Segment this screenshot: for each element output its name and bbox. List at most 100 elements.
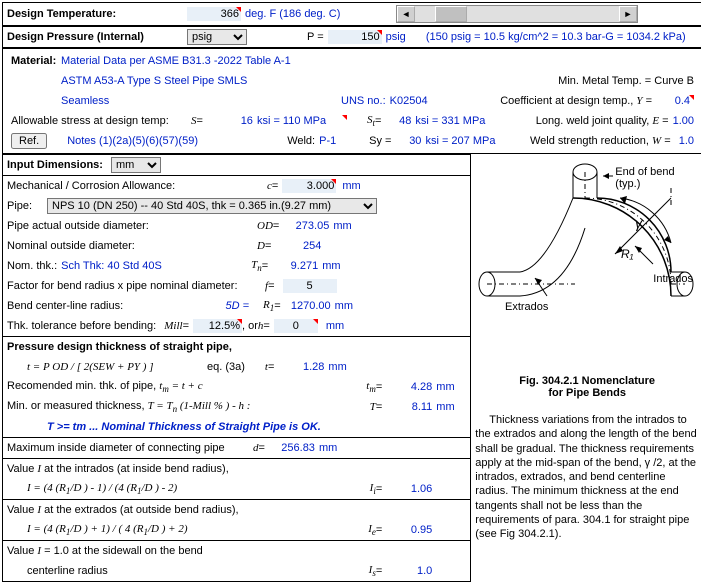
big-t-value: 8.11 <box>382 401 436 413</box>
right-column: γ R₁ Extrados End of bend (typ.) Intrado… <box>471 154 701 582</box>
is-symbol: Is <box>369 564 376 578</box>
scroll-thumb[interactable] <box>435 6 467 22</box>
wsr-label: Weld strength reduction, W = <box>530 135 671 147</box>
pressure-unit-select[interactable]: psig <box>187 29 247 45</box>
material-label: Material: <box>11 55 61 67</box>
t-unit: mm <box>328 361 346 373</box>
pressure-input[interactable] <box>328 30 382 44</box>
nom-od-value: 254 <box>271 240 325 252</box>
od-value: 273.05 <box>279 220 333 232</box>
meas-label: Min. or measured thickness, T = Tn (1-Mi… <box>7 400 250 414</box>
gamma-label: γ <box>635 215 643 231</box>
s-value: 16 <box>203 115 257 127</box>
wsr-value: 1.0 <box>679 135 694 147</box>
c-unit: mm <box>342 180 360 192</box>
h-input[interactable] <box>274 319 318 333</box>
factor-label: Factor for bend radius x pipe nominal di… <box>7 280 265 292</box>
tm-symbol: tm <box>366 380 376 394</box>
t-value: 1.28 <box>274 361 328 373</box>
rec-min-label: Recomended min. thk. of pipe, tm = t + c <box>7 380 203 394</box>
thickness-ok-msg: T >= tm ... Nominal Thickness of Straigh… <box>47 421 321 433</box>
sidewall-label: Value I = 1.0 at the sidewall on the ben… <box>7 545 203 557</box>
scroll-left-icon[interactable]: ◄ <box>397 6 415 22</box>
h-unit: mm <box>326 320 344 332</box>
extrados-label: Value I at the extrados (at outside bend… <box>7 504 239 516</box>
eq-ref: eq. (3a) <box>207 361 245 373</box>
intrados-formula: I = (4 (R1/D ) - 1) / (4 (R1/D ) - 2) <box>27 482 177 496</box>
coeff-value: 0.4 <box>660 95 694 107</box>
intrados-label: Value I at the intrados (at inside bend … <box>7 463 229 475</box>
extrados-formula: I = (4 (R1/D ) + 1) / ( 4 (R1/D ) + 2) <box>27 523 188 537</box>
sy-label: Sy = <box>369 135 391 147</box>
press-design-header: Pressure design thickness of straight pi… <box>7 341 232 353</box>
allow-stress-label: Allowable stress at design temp: <box>11 115 191 127</box>
st-unit: ksi = 331 MPa <box>415 115 485 127</box>
tn-unit: mm <box>322 260 340 272</box>
dims-unit-select[interactable]: mm <box>111 157 161 173</box>
fig-caption2: for Pipe Bends <box>475 387 699 399</box>
material-block: Material: Material Data per ASME B31.3 -… <box>2 48 701 154</box>
od-unit: mm <box>333 220 351 232</box>
bend-radius-label: Bend center-line radius: <box>7 300 197 312</box>
max-id-label: Maximum inside diameter of connecting pi… <box>7 442 253 454</box>
mill-label: Mill <box>164 320 182 332</box>
extrados-fig-label: Extrados <box>505 301 549 313</box>
od-label: Pipe actual outside diameter: <box>7 220 257 232</box>
tm-value: 4.28 <box>382 381 436 393</box>
design-temp-input[interactable] <box>187 7 241 21</box>
left-column: Input Dimensions: mm Mechanical / Corros… <box>2 154 471 582</box>
bend-note: 5D = <box>197 300 249 312</box>
sidewall-line2: centerline radius <box>27 565 108 577</box>
uns-label: UNS no.: <box>341 95 386 107</box>
long-weld-label: Long. weld joint quality, E = <box>536 115 669 127</box>
orh-label: , or <box>242 320 258 332</box>
end-bend-label: End of bend (typ.) <box>615 166 695 190</box>
st-symbol: St <box>367 114 375 128</box>
notes-text: Notes (1)(2a)(5)(6)(57)(59) <box>67 135 287 147</box>
material-seamless: Seamless <box>61 95 341 107</box>
is-value: 1.0 <box>382 565 436 577</box>
material-desc: Material Data per ASME B31.3 -2022 Table… <box>61 55 291 67</box>
thk-tol-label: Thk. tolerance before bending: <box>7 320 156 332</box>
input-dims-label: Input Dimensions: <box>7 159 103 171</box>
r1-value: 1270.00 <box>281 300 335 312</box>
p-conversion: (150 psig = 10.5 kg/cm^2 = 10.3 bar-G = … <box>426 31 686 43</box>
coeff-label: Coefficient at design temp., Y = <box>500 95 652 107</box>
long-weld-value: 1.00 <box>673 115 694 127</box>
ii-value: 1.06 <box>382 483 436 495</box>
f-input[interactable] <box>283 279 337 293</box>
d-unit: mm <box>319 442 337 454</box>
min-metal-temp: Min. Metal Temp. = Curve B <box>558 75 694 87</box>
weld-value: P-1 <box>319 135 369 147</box>
mech-allow-label: Mechanical / Corrosion Allowance: <box>7 180 267 192</box>
tm-unit: mm <box>436 381 466 393</box>
pipe-select[interactable]: NPS 10 (DN 250) -- 40 Std 40S, thk = 0.3… <box>47 198 377 214</box>
r1-fig-label: R₁ <box>621 247 634 261</box>
design-press-label: Design Pressure (Internal) <box>7 31 187 43</box>
sy-value: 30 <box>391 135 425 147</box>
design-pressure-row: Design Pressure (Internal) psig P = psig… <box>2 26 701 48</box>
ie-symbol: Ie <box>368 523 376 537</box>
nom-thk-label: Nom. thk.: <box>7 260 57 272</box>
big-t-unit: mm <box>436 401 466 413</box>
uns-value: K02504 <box>390 95 428 107</box>
temperature-scrollbar[interactable]: ◄ ► <box>396 5 638 23</box>
design-temperature-row: Design Temperature: deg. F (186 deg. C) … <box>2 2 701 26</box>
nom-thk-link[interactable]: Sch Thk: 40 Std 40S <box>61 260 251 272</box>
mill-input[interactable] <box>193 319 242 333</box>
nom-od-symbol: D <box>257 240 265 252</box>
c-input[interactable] <box>282 179 336 193</box>
tn-value: 9.271 <box>268 260 322 272</box>
weld-label: Weld: <box>287 135 315 147</box>
od-symbol: OD <box>257 220 273 232</box>
s-unit: ksi = 110 MPa <box>257 115 347 127</box>
st-value: 48 <box>381 115 415 127</box>
scroll-right-icon[interactable]: ► <box>619 6 637 22</box>
pipe-label: Pipe: <box>7 200 47 212</box>
intrados-fig-label: Intrados <box>653 273 701 285</box>
fig-caption1: Fig. 304.2.1 Nomenclature <box>475 375 699 387</box>
design-temp-label: Design Temperature: <box>7 8 187 20</box>
r1-unit: mm <box>335 300 353 312</box>
p-label: P = <box>307 31 324 43</box>
ref-button[interactable]: Ref. <box>11 133 47 149</box>
